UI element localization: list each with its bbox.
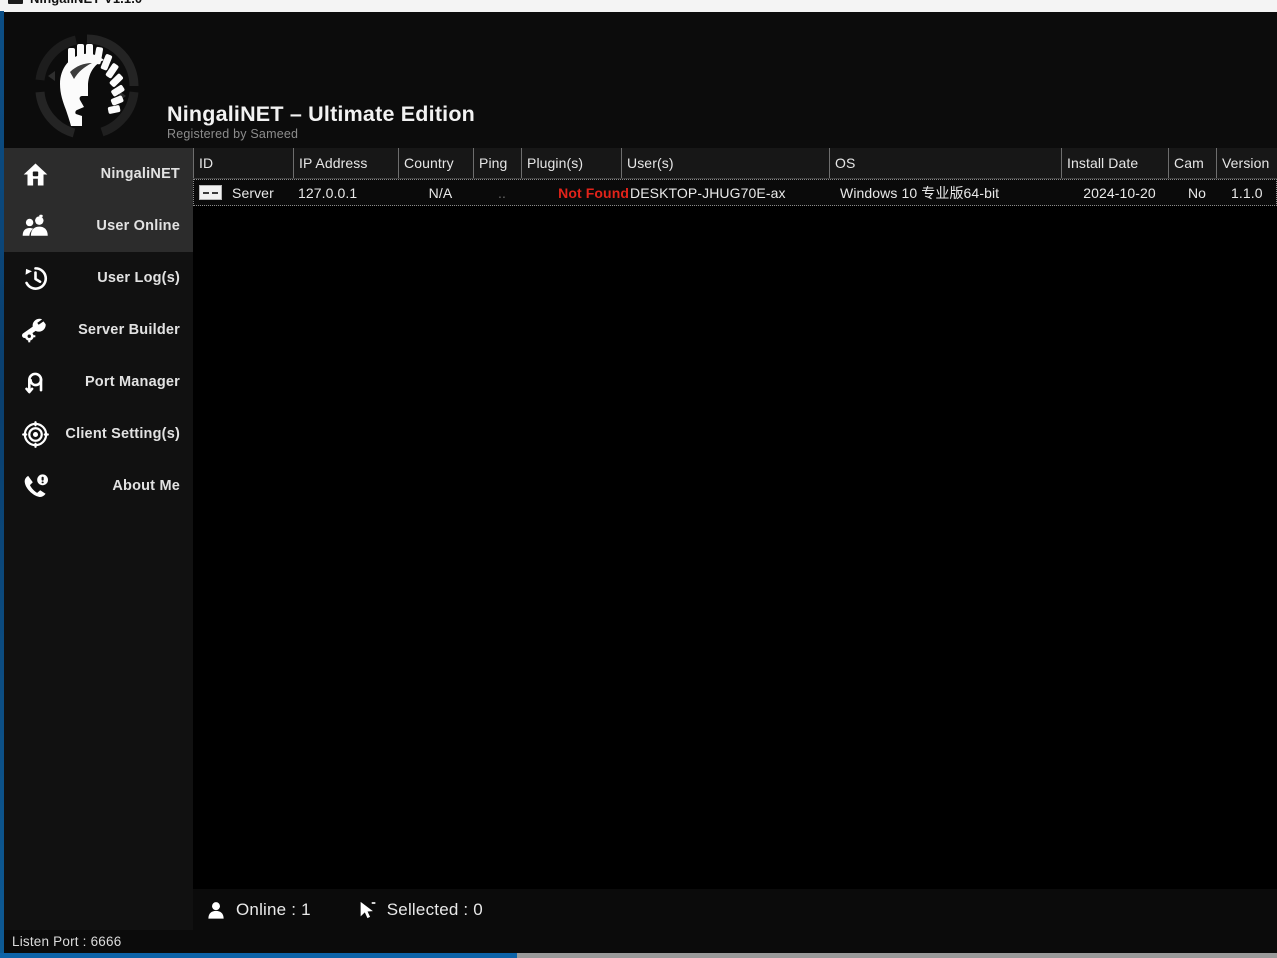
sidebar-item-label: Server Builder xyxy=(78,322,180,338)
sidebar-item-server-builder[interactable]: Server Builder xyxy=(4,304,193,356)
online-counter-label: Online : 1 xyxy=(236,899,311,919)
column-header-version[interactable]: Version xyxy=(1216,148,1277,178)
listen-port-status: Listen Port : 6666 xyxy=(12,934,122,949)
cell-os: Windows 10 专业版64-bit xyxy=(840,184,1000,201)
person-icon xyxy=(205,899,227,921)
sidebar: NingaliNET User Online User Log(s) Server B… xyxy=(4,148,193,953)
cursor-arrow-icon xyxy=(356,899,378,921)
selected-counter-label: Sellected : 0 xyxy=(386,899,483,919)
port-route-icon xyxy=(16,363,54,401)
cell-id: Server xyxy=(232,184,274,201)
sidebar-item-label: Port Manager xyxy=(84,374,180,390)
cell-ip: 127.0.0.1 xyxy=(298,184,358,201)
column-header-plugins[interactable]: Plugin(s) xyxy=(521,148,621,178)
counter-bar: Online : 1 Sellected : 0 xyxy=(193,889,1277,930)
sidebar-item-about-me[interactable]: About Me xyxy=(4,460,193,512)
cell-ping: .. xyxy=(498,184,506,201)
sidebar-item-user-log-s[interactable]: User Log(s) xyxy=(4,252,193,304)
clients-grid: ID IP Address Country Ping Plugin(s) User(s) O… xyxy=(193,148,1277,889)
column-header-os[interactable]: OS xyxy=(829,148,1061,178)
home-icon xyxy=(16,155,54,193)
sidebar-item-port-manager[interactable]: Port Manager xyxy=(4,356,193,408)
app-icon xyxy=(8,0,23,4)
sidebar-item-label: About Me xyxy=(112,478,180,494)
brand-text-block: NingaliNET – Ultimate Edition Registered… xyxy=(167,102,475,143)
sidebar-item-label: User Log(s) xyxy=(97,270,180,286)
status-bar: Listen Port : 6666 xyxy=(4,930,1277,953)
window-title: NingaliNET V1.1.0 xyxy=(30,0,142,6)
cell-install: 2024-10-20 xyxy=(1083,184,1156,201)
selected-counter: Sellected : 0 xyxy=(356,899,483,921)
online-counter: Online : 1 xyxy=(205,899,311,921)
spartan-helmet-logo xyxy=(26,30,148,142)
page-title: NingaliNET – Ultimate Edition xyxy=(167,102,476,126)
window-bottom-accent xyxy=(0,953,517,958)
users-icon xyxy=(16,207,54,245)
client-area: NingaliNET – Ultimate Edition Registered… xyxy=(4,12,1277,953)
sidebar-item-ningalinet[interactable]: NingaliNET xyxy=(4,148,193,200)
column-header-ip[interactable]: IP Address xyxy=(293,148,398,178)
cell-users: DESKTOP-JHUG70E-ax xyxy=(630,184,786,201)
phone-info-icon xyxy=(16,467,54,505)
wrench-gear-icon xyxy=(16,311,54,349)
column-header-cam[interactable]: Cam xyxy=(1168,148,1216,178)
title-bar: NingaliNET V1.1.0 xyxy=(0,0,1277,12)
cell-plugins: Not Found xyxy=(558,184,629,201)
application-window: NingaliNET V1.1.0 xyxy=(0,0,1277,958)
flag-icon xyxy=(199,185,222,200)
registration-subtitle: Registered by Sameed xyxy=(167,127,299,141)
column-header-install[interactable]: Install Date xyxy=(1061,148,1168,178)
column-header-users[interactable]: User(s) xyxy=(621,148,829,178)
history-clock-icon xyxy=(16,259,54,297)
sidebar-item-label: User Online xyxy=(96,218,180,234)
column-header-id[interactable]: ID xyxy=(193,148,293,178)
grid-body: Server 127.0.0.1 N/A.. Not Found DESKTOP-JHU… xyxy=(193,179,1277,206)
sidebar-item-label: Client Setting(s) xyxy=(65,426,180,442)
cell-cam: No xyxy=(1187,184,1207,201)
cell-version: 1.1.0 xyxy=(1231,184,1263,201)
grid-header-row: ID IP Address Country Ping Plugin(s) User(s) O… xyxy=(193,148,1277,179)
cell-country: N/A xyxy=(428,184,453,201)
target-gear-icon xyxy=(16,415,54,453)
sidebar-item-user-online[interactable]: User Online xyxy=(4,200,193,252)
title-bar-content: NingaliNET V1.1.0 xyxy=(8,0,142,7)
brand-header: NingaliNET – Ultimate Edition Registered… xyxy=(4,12,1277,148)
column-header-ping[interactable]: Ping xyxy=(473,148,521,178)
sidebar-item-label: NingaliNET xyxy=(100,166,180,182)
window-bottom-border xyxy=(517,953,1277,958)
sidebar-item-client-setting-s[interactable]: Client Setting(s) xyxy=(4,408,193,460)
table-row[interactable]: Server 127.0.0.1 N/A.. Not Found DESKTOP-JHU… xyxy=(193,179,1277,206)
column-header-country[interactable]: Country xyxy=(398,148,473,178)
